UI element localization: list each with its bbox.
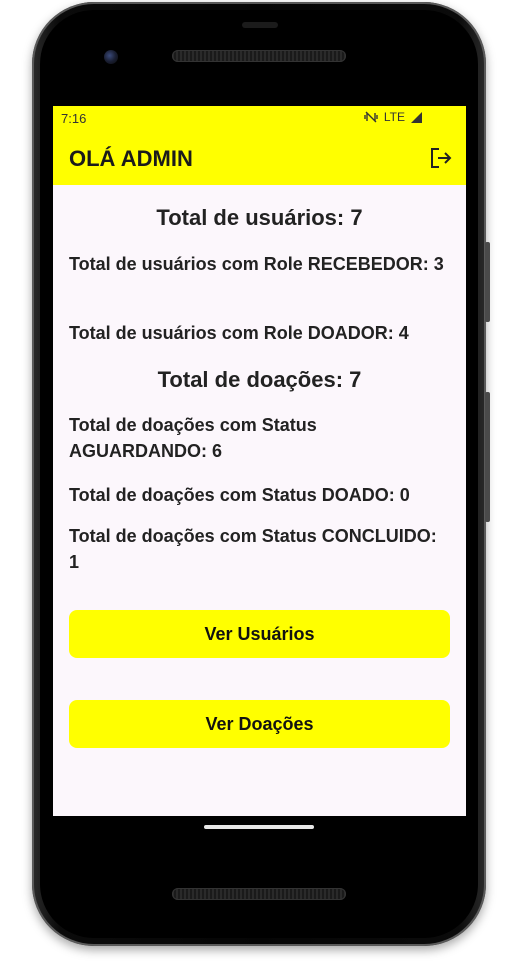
logout-icon[interactable] (428, 146, 454, 170)
view-users-button[interactable]: Ver Usuários (69, 610, 450, 658)
home-indicator[interactable] (204, 825, 314, 829)
total-donations-heading: Total de doações: 7 (157, 367, 362, 392)
sensor (242, 22, 278, 28)
page-title: OLÁ ADMIN (69, 146, 193, 171)
front-camera (104, 50, 118, 64)
users-recebedor-count: Total de usuários com Role RECEBEDOR: 3 (69, 254, 444, 274)
donations-concluido-count: Total de doações com Status CONCLUIDO: 1 (69, 526, 437, 572)
app-screen: 7:16 LTE OLÁ ADMIN Total de usuários: 7 … (53, 106, 466, 816)
donations-doado-count: Total de doações com Status DOADO: 0 (69, 485, 410, 505)
status-bar: 7:16 LTE (53, 106, 466, 130)
view-donations-button[interactable]: Ver Doações (69, 700, 450, 748)
donations-aguardando-count: Total de doações com Status AGUARDANDO: … (69, 415, 317, 461)
status-time: 7:16 (61, 111, 87, 126)
power-button (485, 392, 490, 522)
signal-icon (411, 111, 422, 123)
users-doador-count: Total de usuários com Role DOADOR: 4 (69, 323, 409, 343)
total-users-heading: Total de usuários: 7 (156, 205, 363, 230)
bottom-speaker-grille (172, 888, 346, 900)
app-bar: 7:16 LTE OLÁ ADMIN (53, 106, 466, 185)
status-icons: LTE (364, 110, 422, 124)
top-speaker-grille (172, 50, 346, 62)
vibrate-off-icon (364, 111, 378, 123)
network-label: LTE (383, 110, 405, 124)
volume-button (485, 242, 490, 322)
